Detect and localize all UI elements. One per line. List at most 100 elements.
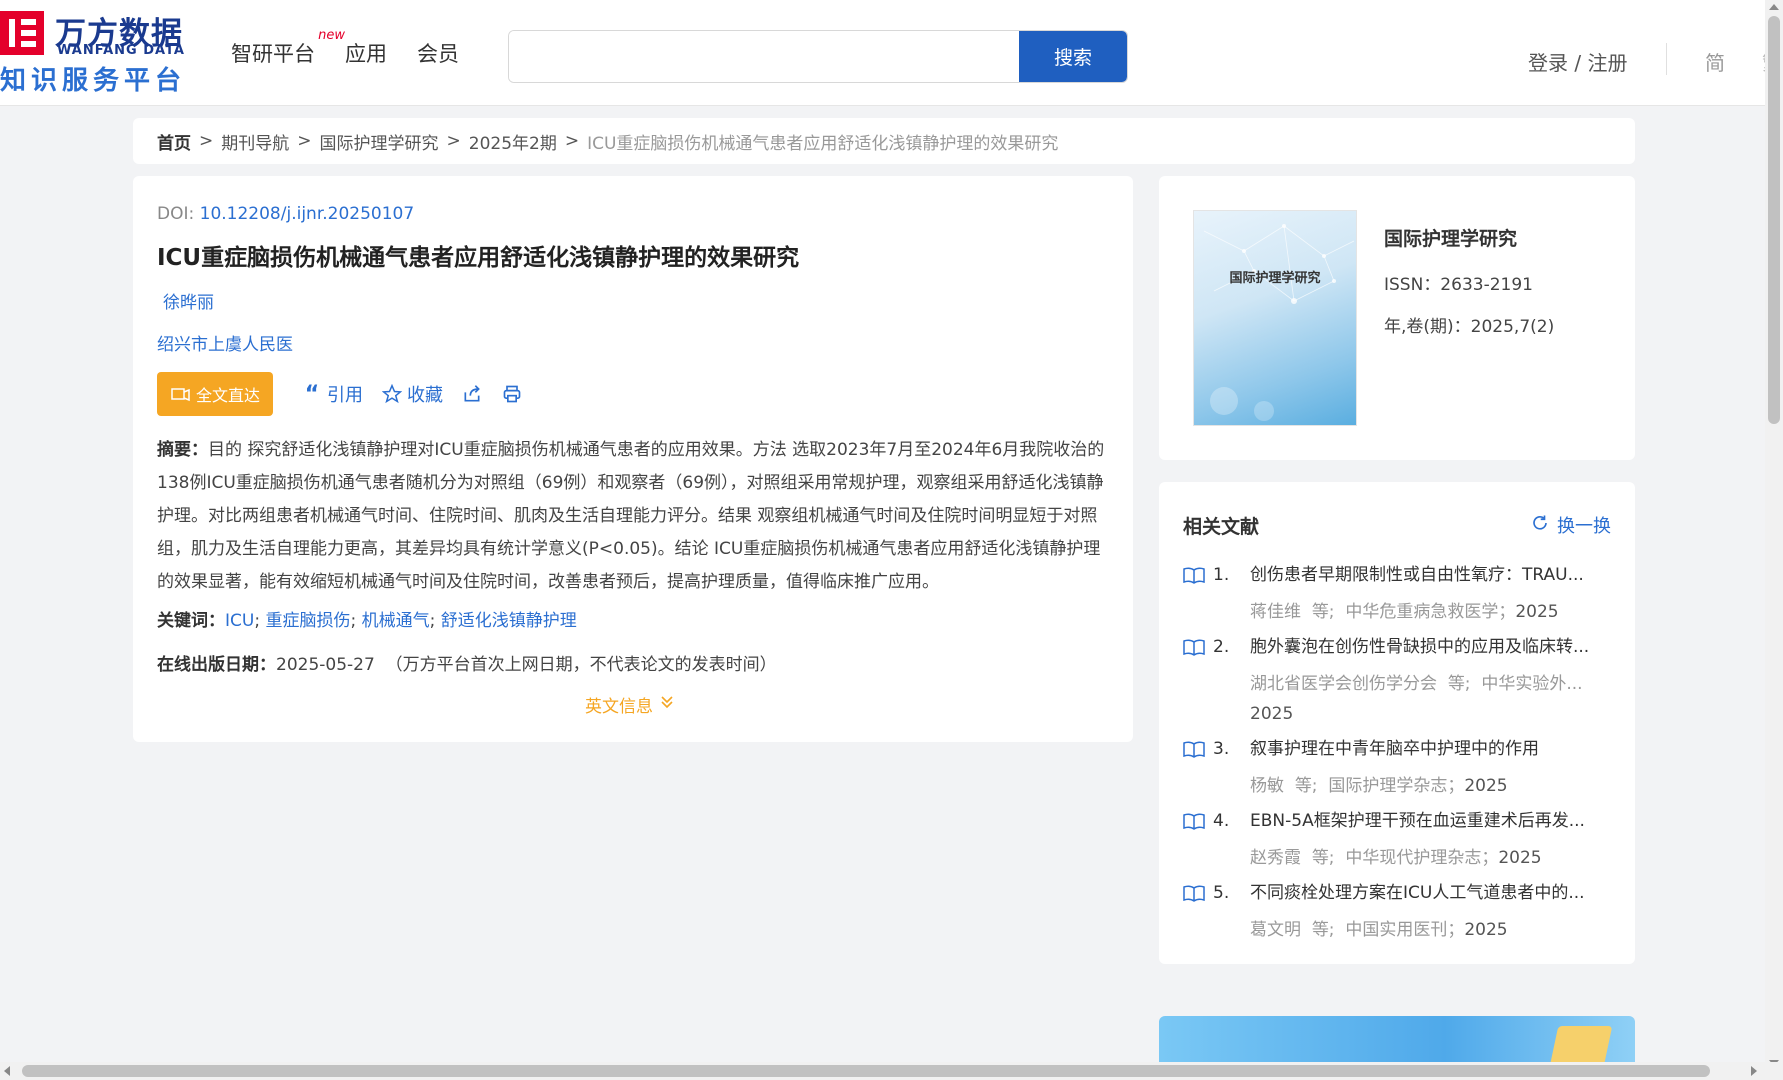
fulltext-button[interactable]: 全文直达 <box>157 372 273 416</box>
breadcrumb-separator: > <box>564 131 580 151</box>
organization-link[interactable]: 绍兴市上虞人民医 <box>157 330 293 355</box>
list-item: 1. 创伤患者早期限制性或自由性氧疗：TRAU... 蒋佳维 等; 中华危重病急… <box>1183 560 1613 627</box>
item-number: 1. <box>1213 565 1230 585</box>
share-icon <box>461 383 483 405</box>
journal-name[interactable]: 国际护理学研究 <box>1384 224 1517 251</box>
scroll-right-icon[interactable] <box>1751 1066 1757 1076</box>
wanfang-logo[interactable]: 万方数据 WANFANG DATA 知识服务平台 <box>0 8 195 96</box>
article-title: ICU重症脑损伤机械通气患者应用舒适化浅镇静护理的效果研究 <box>157 245 800 271</box>
related-source[interactable]: 中国实用医刊； <box>1345 920 1464 940</box>
pubdate-note: （万方平台首次上网日期，不代表论文的发表时间） <box>385 655 777 675</box>
keyword-link[interactable]: ICU <box>225 611 254 631</box>
scroll-up-icon[interactable] <box>1769 4 1779 10</box>
breadcrumb-issue[interactable]: 2025年2期 <box>469 129 557 154</box>
keyword-separator: ; <box>350 611 357 631</box>
refresh-button[interactable]: 换一换 <box>1531 512 1611 538</box>
fulltext-icon <box>170 383 192 405</box>
refresh-label: 换一换 <box>1557 516 1611 537</box>
top-header: 万方数据 WANFANG DATA 知识服务平台 智研平台 new 应用 会员 … <box>0 0 1783 106</box>
related-source[interactable]: 中华危重病急救医学； <box>1345 602 1515 622</box>
pubdate-value: 2025-05-27 <box>276 655 375 675</box>
abstract-label: 摘要： <box>157 440 208 460</box>
article-actions: 全文直达 “ 引用 收藏 <box>157 372 523 416</box>
list-item: 4. EBN-5A框架护理干预在血运重建术后再发... 赵秀霞 等; 中华现代护… <box>1183 806 1613 873</box>
new-badge: new <box>318 28 345 43</box>
nav-item-apps[interactable]: 应用 <box>345 38 387 68</box>
related-authors[interactable]: 湖北省医学会创伤学分会 <box>1250 674 1437 694</box>
related-authors[interactable]: 葛文明 <box>1250 920 1301 940</box>
favorite-button[interactable]: 收藏 <box>381 381 443 407</box>
breadcrumb-journal-nav[interactable]: 期刊导航 <box>221 129 289 154</box>
search-input[interactable] <box>509 31 1019 82</box>
related-meta: 湖北省医学会创伤学分会 等; 中华实验外... 2025 <box>1250 669 1613 729</box>
doi-label: DOI: <box>157 204 200 224</box>
scroll-left-icon[interactable] <box>4 1066 10 1076</box>
vertical-scroll-thumb[interactable] <box>1768 16 1780 424</box>
related-authors[interactable]: 赵秀霞 <box>1250 848 1301 868</box>
favorite-label: 收藏 <box>407 385 443 406</box>
star-icon <box>381 383 403 405</box>
related-year: 2025 <box>1498 848 1542 868</box>
main-nav: 智研平台 new 应用 会员 <box>231 28 459 68</box>
related-source[interactable]: 国际护理学杂志； <box>1328 776 1464 796</box>
nav-item-zhiyan[interactable]: 智研平台 new <box>231 28 345 68</box>
logo-sub-text: 知识服务平台 <box>0 66 187 96</box>
related-etal: 等; <box>1294 776 1318 796</box>
cover-network-pattern <box>1203 224 1355 421</box>
keyword-link[interactable]: 舒适化浅镇静护理 <box>441 611 577 631</box>
cite-button[interactable]: “ 引用 <box>301 381 363 407</box>
keywords-label: 关键词： <box>157 611 225 631</box>
related-title-link[interactable]: EBN-5A框架护理干预在血运重建术后再发... <box>1250 806 1613 836</box>
keywords: 关键词：ICU; 重症脑损伤; 机械通气; 舒适化浅镇静护理 <box>157 606 577 631</box>
related-year: 2025 <box>1464 776 1508 796</box>
related-list: 1. 创伤患者早期限制性或自由性氧疗：TRAU... 蒋佳维 等; 中华危重病急… <box>1183 560 1613 950</box>
related-etal: 等; <box>1311 848 1335 868</box>
list-item: 5. 不同痰栓处理方案在ICU人工气道患者中的... 葛文明 等; 中国实用医刊… <box>1183 878 1613 945</box>
breadcrumb-home[interactable]: 首页 <box>157 129 191 154</box>
related-authors[interactable]: 蒋佳维 <box>1250 602 1301 622</box>
book-icon <box>1183 566 1205 584</box>
keyword-link[interactable]: 重症脑损伤 <box>265 611 350 631</box>
related-etal: 等; <box>1311 920 1335 940</box>
related-meta: 赵秀霞 等; 中华现代护理杂志；2025 <box>1250 843 1613 873</box>
nav-item-member[interactable]: 会员 <box>417 38 459 68</box>
related-source[interactable]: 中华现代护理杂志； <box>1345 848 1498 868</box>
related-title-link[interactable]: 不同痰栓处理方案在ICU人工气道患者中的... <box>1250 878 1613 908</box>
cover-title: 国际护理学研究 <box>1229 271 1321 286</box>
related-authors[interactable]: 杨敏 <box>1250 776 1284 796</box>
breadcrumb: 首页 > 期刊导航 > 国际护理学研究 > 2025年2期 > ICU重症脑损伤… <box>133 118 1635 164</box>
related-title-link[interactable]: 创伤患者早期限制性或自由性氧疗：TRAU... <box>1250 560 1613 590</box>
article-card: DOI: 10.12208/j.ijnr.20250107 ICU重症脑损伤机械… <box>133 176 1133 742</box>
cite-label: 引用 <box>327 385 363 406</box>
horizontal-scroll-thumb[interactable] <box>22 1065 1710 1077</box>
print-icon <box>501 383 523 405</box>
print-button[interactable] <box>501 383 523 405</box>
related-title-link[interactable]: 胞外囊泡在创伤性骨缺损中的应用及临床转... <box>1250 632 1613 662</box>
english-info-toggle[interactable]: 英文信息 <box>585 692 675 717</box>
related-source[interactable]: 中华实验外... <box>1481 674 1582 694</box>
item-number: 2. <box>1213 637 1230 657</box>
book-icon <box>1183 740 1205 758</box>
book-icon <box>1183 638 1205 656</box>
abstract-text: 目的 探究舒适化浅镇静护理对ICU重症脑损伤机械通气患者的应用效果。方法 选取2… <box>157 440 1105 592</box>
fulltext-label: 全文直达 <box>195 386 260 405</box>
journal-cover[interactable]: 国际护理学研究 <box>1193 210 1357 426</box>
lang-simplified-button[interactable]: 简 <box>1705 47 1725 76</box>
related-title-link[interactable]: 叙事护理在中青年脑卒中护理中的作用 <box>1250 734 1613 764</box>
search-button[interactable]: 搜索 <box>1019 31 1127 82</box>
doi-line: DOI: 10.12208/j.ijnr.20250107 <box>157 204 414 224</box>
login-register-link[interactable]: 登录 / 注册 <box>1528 47 1627 76</box>
share-button[interactable] <box>461 383 483 405</box>
horizontal-scrollbar[interactable] <box>0 1062 1783 1080</box>
vertical-scrollbar[interactable] <box>1765 0 1783 1070</box>
keyword-separator: ; <box>429 611 436 631</box>
related-meta: 葛文明 等; 中国实用医刊；2025 <box>1250 915 1613 945</box>
book-icon <box>1183 812 1205 830</box>
related-title: 相关文献 <box>1183 516 1260 538</box>
author-link[interactable]: 徐晔丽 <box>163 288 214 313</box>
search-box: 搜索 <box>508 30 1128 83</box>
keyword-link[interactable]: 机械通气 <box>362 611 430 631</box>
item-number: 4. <box>1213 811 1230 831</box>
breadcrumb-journal[interactable]: 国际护理学研究 <box>320 129 439 154</box>
doi-link[interactable]: 10.12208/j.ijnr.20250107 <box>200 204 415 224</box>
